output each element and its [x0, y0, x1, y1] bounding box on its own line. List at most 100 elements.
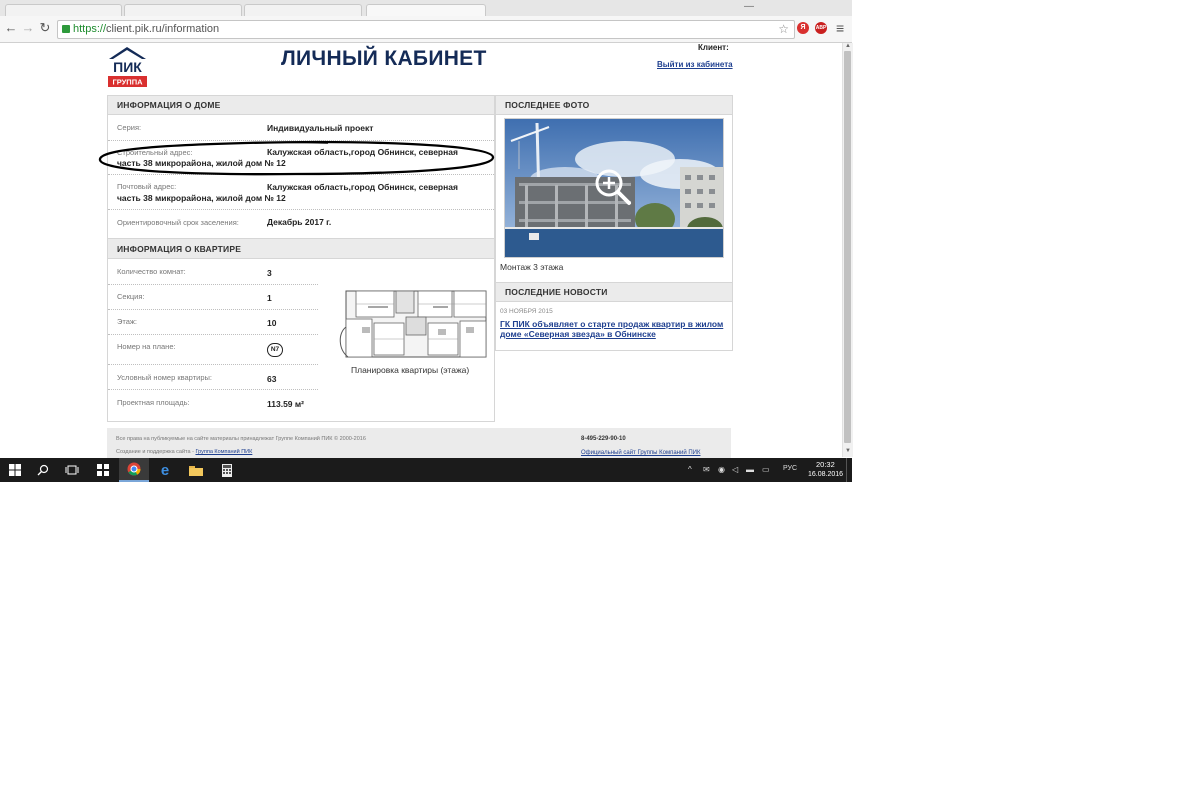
page-footer: Все права на публикуемые на сайте матери…: [107, 428, 731, 458]
yandex-extension-icon[interactable]: Я: [797, 22, 809, 34]
back-button[interactable]: ←: [4, 20, 18, 36]
lock-icon: [62, 25, 70, 33]
rooms-value: 3: [267, 268, 272, 278]
calculator-button[interactable]: [212, 458, 242, 482]
scroll-down-icon[interactable]: ▼: [844, 448, 852, 454]
apartment-number-label: Условный номер квартиры:: [117, 373, 212, 382]
page-title: ЛИЧНЫЙ КАБИНЕТ: [281, 47, 487, 70]
apartment-row: Условный номер квартиры: 63: [108, 364, 318, 390]
house-info-heading: ИНФОРМАЦИЯ О ДОМЕ: [108, 96, 494, 115]
edge-button[interactable]: e: [150, 458, 180, 482]
footer-phone: 8-495-229-90-10: [581, 436, 626, 442]
window-controls[interactable]: —: [742, 1, 852, 12]
keyboard-icon[interactable]: ▭: [762, 465, 770, 474]
url-path: client.pik.ru/information: [106, 23, 220, 35]
house-row-settlement: Ориентировочный срок заселения: Декабрь …: [108, 209, 494, 237]
news-date: 03 НОЯБРЯ 2015: [500, 308, 553, 315]
plan-number-badge: N7: [267, 343, 283, 357]
settlement-label: Ориентировочный срок заселения:: [117, 218, 239, 227]
store-button[interactable]: [88, 458, 118, 482]
edge-icon: e: [160, 461, 170, 479]
house-row-postal-address: Почтовый адрес: Калужская область,город …: [108, 174, 494, 210]
apartment-row: Проектная площадь: 113.59 м²: [108, 389, 318, 414]
series-label: Серия:: [117, 123, 142, 132]
tray-app-icon[interactable]: ✉: [703, 465, 710, 474]
zoom-magnifier-icon[interactable]: [597, 168, 631, 204]
task-view-button[interactable]: [57, 458, 87, 482]
postal-address-label: Почтовый адрес:: [117, 182, 177, 191]
bookmark-star-icon[interactable]: ☆: [778, 21, 789, 38]
wifi-icon[interactable]: ◉: [718, 465, 725, 474]
apartment-row: Количество комнат: 3: [108, 259, 318, 285]
svg-text:ГРУППА: ГРУППА: [112, 78, 143, 87]
browser-toolbar: ← → ↻ https://client.pik.ru/information …: [0, 16, 852, 43]
pik-logo[interactable]: ПИК ГРУППА: [107, 45, 148, 89]
folder-icon: [189, 465, 203, 476]
latest-photo-heading: ПОСЛЕДНЕЕ ФОТО: [496, 96, 732, 115]
chrome-taskbar-button[interactable]: [119, 458, 149, 482]
area-label: Проектная площадь:: [117, 398, 190, 407]
section-label: Секция:: [117, 292, 145, 301]
search-icon: [37, 464, 49, 476]
clock-date[interactable]: 16.08.2016: [808, 471, 843, 478]
apartment-row: Номер на плане:: [108, 334, 318, 365]
apartment-row: Секция: 1: [108, 284, 318, 310]
footer-support-text: Создание и поддержка сайта - Группа Комп…: [116, 449, 252, 455]
settlement-value: Декабрь 2017 г.: [267, 217, 332, 227]
forward-button[interactable]: →: [21, 20, 35, 36]
chrome-icon: [127, 462, 141, 476]
tray-overflow-icon[interactable]: ^: [688, 465, 692, 474]
apartment-row: Этаж: 10: [108, 309, 318, 335]
floor-plan-caption: Планировка квартиры (этажа): [351, 365, 470, 375]
browser-tabstrip: —: [0, 0, 852, 17]
floor-label: Этаж:: [117, 317, 138, 326]
apartment-number-value: 63: [267, 374, 277, 384]
postal-address-value-line1: Калужская область,город Обнинск, северна…: [267, 182, 458, 192]
volume-icon[interactable]: ◁: [732, 465, 738, 474]
news-item-link[interactable]: ГК ПИК объявляет о старте продаж квартир…: [500, 319, 724, 339]
display-icon[interactable]: ▬: [746, 465, 754, 474]
calculator-icon: [222, 463, 232, 477]
minimize-icon[interactable]: —: [744, 1, 754, 12]
plan-number-label: Номер на плане:: [117, 342, 176, 351]
file-explorer-button[interactable]: [181, 458, 211, 482]
rooms-label: Количество комнат:: [117, 267, 186, 276]
svg-text:ПИК: ПИК: [113, 59, 142, 75]
latest-news-panel: ПОСЛЕДНИЕ НОВОСТИ: [495, 282, 733, 351]
footer-support-prefix: Создание и поддержка сайта -: [116, 449, 196, 455]
footer-official-site-link[interactable]: Официальный сайт Группы Компаний ПИК: [581, 450, 700, 456]
adblock-extension-icon[interactable]: ABP: [815, 22, 827, 34]
page-scrollbar[interactable]: ▲ ▼: [842, 43, 853, 457]
latest-news-heading: ПОСЛЕДНИЕ НОВОСТИ: [496, 283, 732, 302]
task-view-icon: [65, 465, 79, 475]
footer-support-link[interactable]: Группа Компаний ПИК: [195, 449, 252, 455]
floor-plan-image[interactable]: [338, 287, 493, 361]
input-language[interactable]: РУС: [783, 465, 797, 472]
hand-drawn-ellipse-annotation: [98, 140, 495, 176]
scrollbar-thumb[interactable]: [844, 51, 851, 443]
show-desktop-button[interactable]: [846, 458, 853, 482]
start-button[interactable]: [0, 458, 30, 482]
apartment-info-panel: ИНФОРМАЦИЯ О КВАРТИРЕ Количество комнат:…: [107, 238, 495, 422]
client-label: Клиент:: [698, 43, 729, 52]
browser-menu-icon[interactable]: ≡: [836, 20, 844, 36]
logout-link[interactable]: Выйти из кабинета: [657, 60, 733, 69]
apartment-info-heading: ИНФОРМАЦИЯ О КВАРТИРЕ: [108, 239, 494, 259]
url-scheme: https://: [73, 23, 107, 35]
windows-logo-icon: [9, 464, 21, 476]
area-value: 113.59 м²: [267, 399, 305, 409]
photo-caption: Монтаж 3 этажа: [500, 262, 564, 272]
reload-button[interactable]: ↻: [38, 20, 52, 36]
clock-time[interactable]: 20:32: [816, 460, 835, 469]
windows-taskbar: e ^ ✉ ◉ ◁ ▬ ▭ РУС 20:32 16.08.2016: [0, 458, 852, 482]
scroll-up-icon[interactable]: ▲: [844, 43, 852, 49]
section-value: 1: [267, 293, 272, 303]
house-row-series: Серия: Индивидуальный проект: [108, 115, 494, 141]
footer-copyright: Все права на публикуемые на сайте матери…: [116, 436, 366, 442]
search-button[interactable]: [28, 458, 58, 482]
series-value: Индивидуальный проект: [267, 123, 374, 133]
floor-value: 10: [267, 318, 277, 328]
address-bar[interactable]: https://client.pik.ru/information ☆: [57, 20, 795, 39]
postal-address-value-line2: часть 38 микрорайона, жилой дом № 12: [117, 193, 286, 203]
url-text[interactable]: https://client.pik.ru/information: [73, 21, 219, 38]
